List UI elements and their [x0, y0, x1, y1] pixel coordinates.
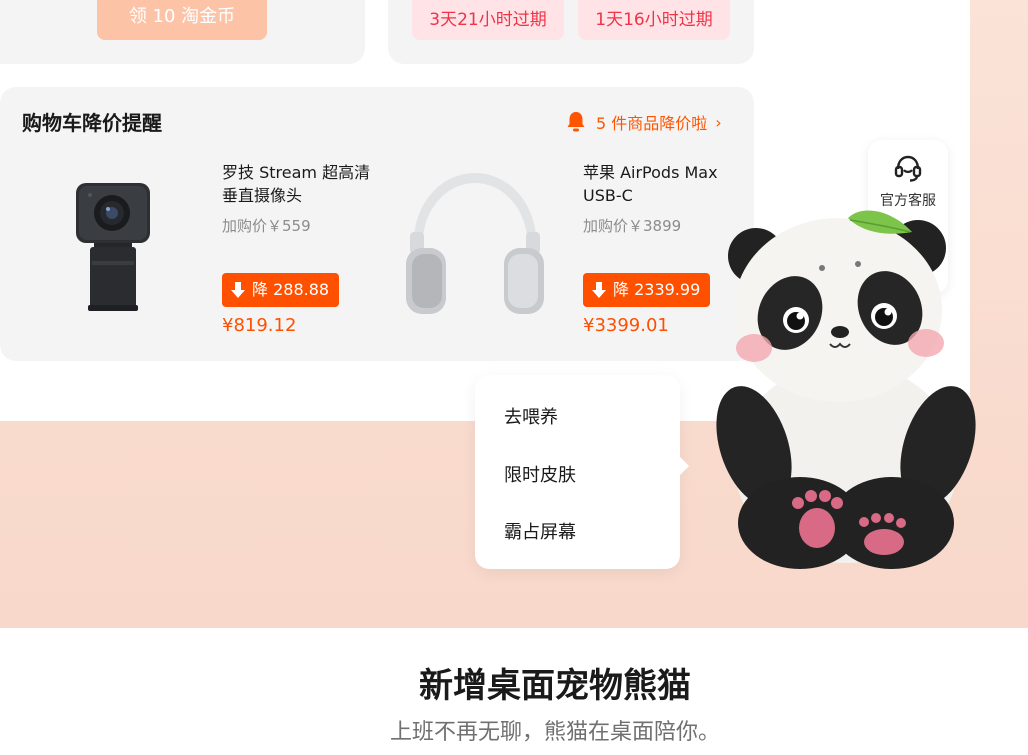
webcam-image[interactable] — [62, 175, 162, 315]
headphones-image[interactable] — [400, 170, 550, 320]
price-drop-link[interactable]: 5 件商品降价啦 › — [566, 110, 722, 134]
claim-coins-button[interactable]: 领 10 淘金币 — [97, 0, 267, 40]
bell-icon — [567, 112, 585, 132]
added-price: 加购价￥559 — [222, 217, 311, 235]
coupon-expiry-1[interactable]: 3天21小时过期 — [412, 0, 564, 40]
price-drop-badge: 降 288.88 — [222, 273, 340, 307]
product-name[interactable]: 罗技 Stream 超高清垂直摄像头 — [222, 161, 372, 207]
promo-headline: 新增桌面宠物熊猫 — [419, 666, 691, 706]
menu-item-fullscreen[interactable]: 霸占屏幕 — [504, 518, 576, 544]
chevron-right-icon: › — [715, 112, 722, 132]
arrow-down-icon — [592, 282, 606, 298]
price-drop-text: 5 件商品降价啦 — [596, 114, 708, 133]
promo-subline: 上班不再无聊，熊猫在桌面陪你。 — [389, 720, 720, 745]
menu-item-skins[interactable]: 限时皮肤 — [504, 461, 576, 487]
current-price: ¥3399.01 — [583, 315, 669, 336]
coupon-expiry-2[interactable]: 1天16小时过期 — [578, 0, 730, 40]
drop-amount: 降 288.88 — [252, 280, 330, 299]
section-title: 购物车降价提醒 — [22, 111, 162, 135]
product-name[interactable]: 苹果 AirPods Max USB-C — [583, 161, 733, 207]
pet-context-menu: 去喂养 限时皮肤 霸占屏幕 — [475, 375, 689, 569]
drop-amount: 降 2339.99 — [613, 280, 701, 299]
headset-icon — [894, 155, 922, 182]
panda-pet[interactable] — [712, 198, 980, 580]
current-price: ¥819.12 — [222, 315, 297, 336]
added-price: 加购价￥3899 — [583, 217, 682, 235]
arrow-down-icon — [231, 282, 245, 298]
menu-item-feed[interactable]: 去喂养 — [504, 403, 558, 429]
price-drop-badge: 降 2339.99 — [583, 273, 711, 307]
